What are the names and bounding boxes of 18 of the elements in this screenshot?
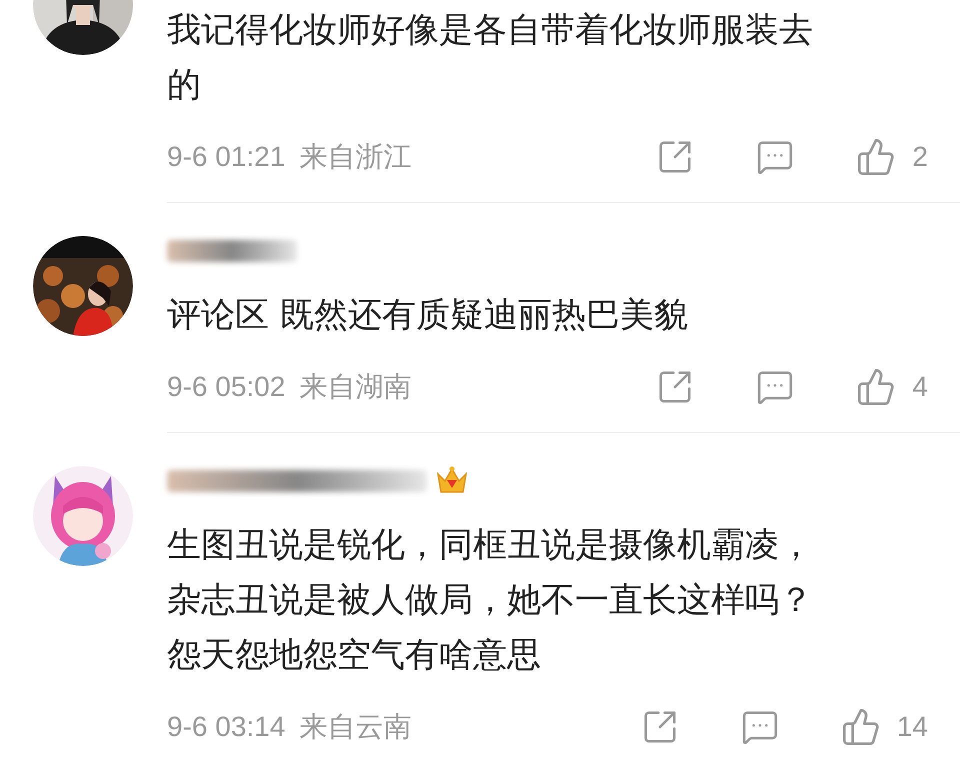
comment-location: 来自湖南 [299, 369, 412, 405]
like-button[interactable]: 14 [840, 706, 928, 748]
comment-time: 9-6 05:02 [167, 370, 286, 404]
thumbs-up-icon [840, 707, 881, 747]
comment-time: 9-6 03:14 [167, 710, 286, 744]
comment-location: 来自浙江 [299, 139, 412, 175]
like-count: 4 [912, 370, 928, 404]
comment-text: 生图丑说是锐化，同框丑说是摄像机霸凌， 杂志丑说是被人做局，她不一直长这样吗？ 怨天怨地怨空气有啥意思 [167, 524, 813, 677]
like-button[interactable]: 4 [856, 366, 928, 408]
thumbs-up-icon [856, 367, 896, 407]
comment-time: 9-6 01:21 [167, 140, 286, 174]
comment-location: 来自云南 [299, 709, 412, 745]
comment-text: 我记得化妆师好像是各自带着化妆师服装去 的 [167, 9, 813, 107]
like-count: 14 [896, 710, 928, 744]
like-count: 2 [912, 140, 928, 174]
thumbs-up-icon [856, 137, 896, 177]
comment-text: 评论区 既然还有质疑迪丽热巴美貌 [167, 294, 688, 337]
like-button[interactable]: 2 [856, 136, 928, 178]
